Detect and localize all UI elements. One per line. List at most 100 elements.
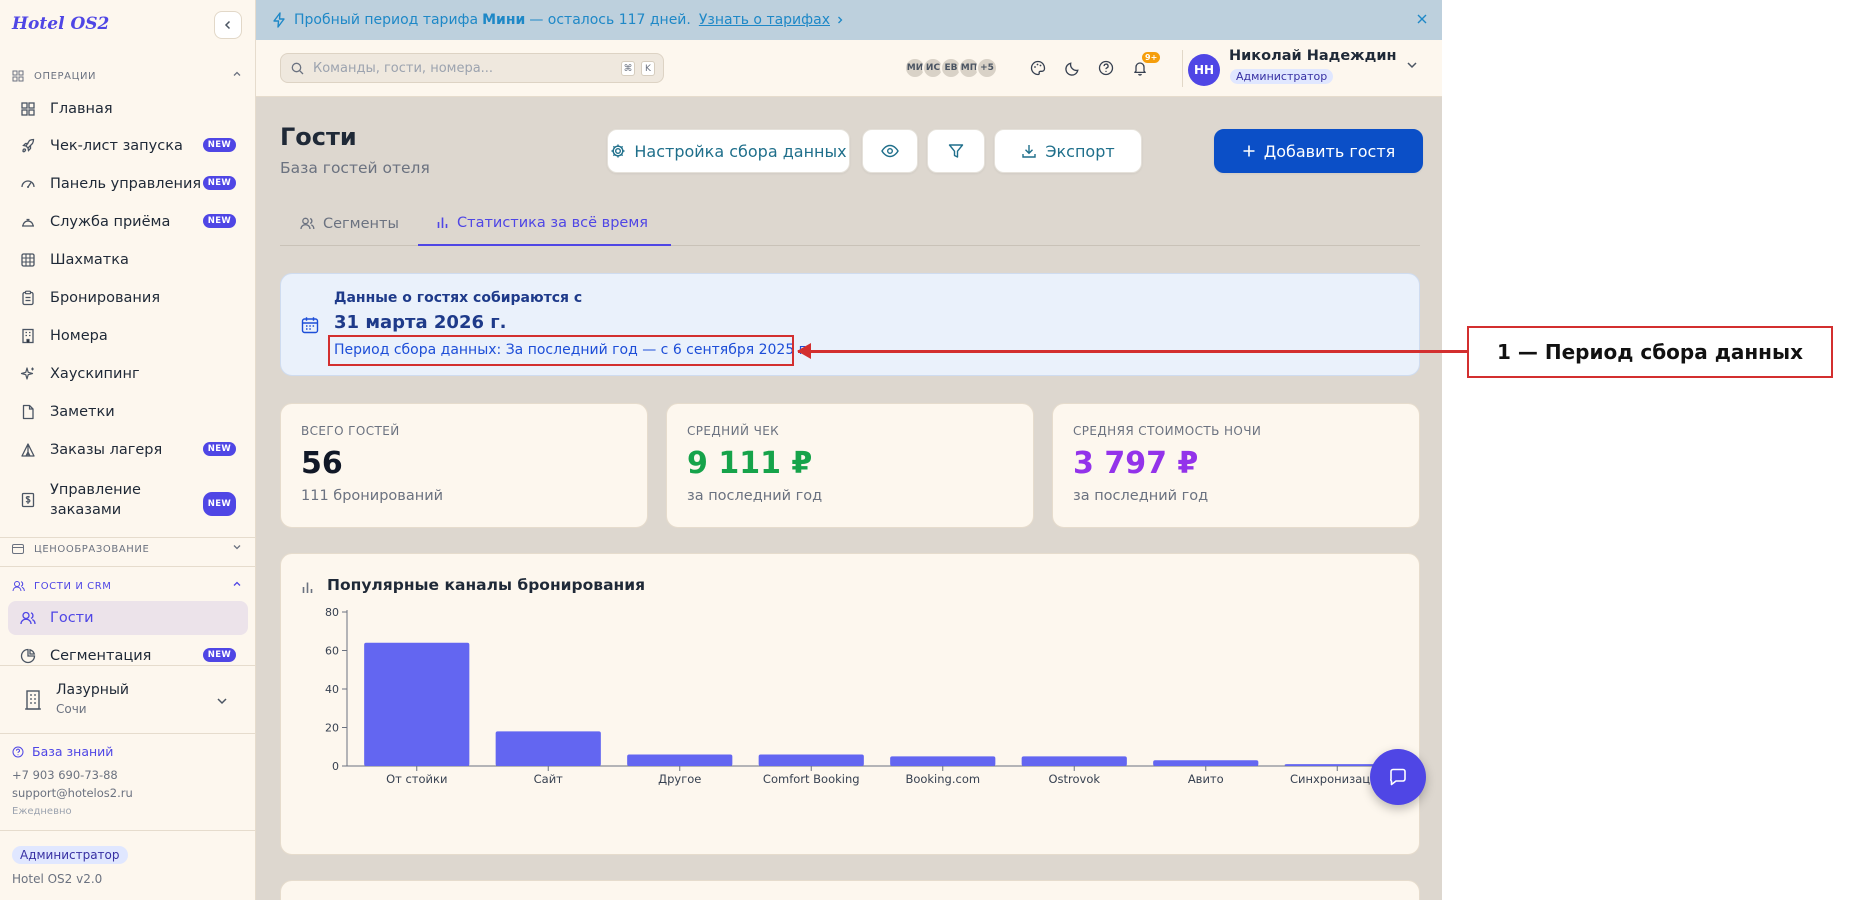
section-pricing[interactable]: ЦЕНООБРАЗОВАНИЕ xyxy=(12,541,244,557)
sidebar-item-7[interactable]: Номера xyxy=(8,319,248,353)
new-badge: NEW xyxy=(202,214,236,228)
hotel-switcher[interactable]: Лазурный Сочи xyxy=(12,680,244,722)
sidebar-item-1[interactable]: Главная xyxy=(8,92,248,126)
online-users[interactable]: МИ ИС ЕВ МП +5 xyxy=(904,57,998,79)
chevron-down-icon xyxy=(233,545,241,550)
sidebar-item-label: Управление заказами xyxy=(50,482,141,518)
export-button[interactable]: Экспорт xyxy=(994,129,1142,173)
main-content: Гости База гостей отеля Настройка сбора … xyxy=(256,97,1442,900)
section-label: ЦЕНООБРАЗОВАНИЕ xyxy=(34,543,150,555)
section-crm[interactable]: ГОСТИ И CRM xyxy=(12,578,244,594)
new-badge: NEW xyxy=(202,442,236,456)
divider xyxy=(0,665,256,666)
sidebar-item-6[interactable]: Бронирования xyxy=(8,281,248,315)
bar[interactable] xyxy=(364,642,470,766)
bar[interactable] xyxy=(758,754,864,766)
add-guest-button[interactable]: Добавить гостя xyxy=(1214,129,1423,173)
sidebar-item-segmentation[interactable]: Сегментация NEW xyxy=(8,639,248,673)
sidebar-item-8[interactable]: Хаускипинг xyxy=(8,357,248,391)
bell-desk-icon xyxy=(20,214,36,230)
banner-days-left: — осталось 117 дней. xyxy=(529,12,691,28)
user-name[interactable]: Николай Надеждин xyxy=(1229,48,1397,64)
stat-subtext: 111 бронирований xyxy=(301,488,444,504)
building-icon xyxy=(20,328,36,344)
stat-value: 3 797 ₽ xyxy=(1073,446,1199,481)
sidebar-item-4[interactable]: Служба приёма NEW xyxy=(8,205,248,239)
command-search[interactable]: Команды, гости, номера... ⌘ K xyxy=(280,53,664,83)
chevron-down-icon[interactable] xyxy=(1406,60,1418,70)
tab-segments[interactable]: Сегменты xyxy=(282,201,417,246)
sidebar-item-9[interactable]: Заметки xyxy=(8,395,248,429)
sidebar-item-label: Гости xyxy=(50,610,94,626)
card-icon xyxy=(12,542,26,556)
app-window: Hotel OS2 ОПЕРАЦИИ Главная Чек-лист запус… xyxy=(0,0,1442,900)
knowledge-base-link[interactable]: База знаний xyxy=(12,744,113,759)
note-icon xyxy=(20,404,36,420)
data-collection-info: Данные о гостях собираются с 31 марта 20… xyxy=(280,273,1420,376)
sidebar-item-11[interactable]: Управление заказами NEW xyxy=(8,478,248,522)
sidebar-item-guests[interactable]: Гости xyxy=(8,601,248,635)
sidebar-item-5[interactable]: Шахматка xyxy=(8,243,248,277)
app-version: Hotel OS2 v2.0 xyxy=(12,872,103,886)
x-tick-label: Comfort Booking xyxy=(763,772,860,786)
tabs: Сегменты Статистика за всё время xyxy=(280,201,1420,246)
y-tick-label: 0 xyxy=(332,760,339,773)
collection-start-label: Данные о гостях собираются с xyxy=(334,290,583,306)
sidebar-item-10[interactable]: Заказы лагеря NEW xyxy=(8,433,248,467)
theme-palette-button[interactable] xyxy=(1025,55,1051,81)
support-email[interactable]: support@hotelos2.ru xyxy=(12,786,133,800)
filter-button[interactable] xyxy=(927,129,985,173)
dark-mode-button[interactable] xyxy=(1059,55,1085,81)
bar[interactable] xyxy=(627,754,733,766)
clipboard-icon xyxy=(20,290,36,306)
users-icon xyxy=(20,610,36,626)
banner-plan: Мини xyxy=(482,12,526,28)
y-tick-label: 80 xyxy=(325,606,339,619)
user-avatar[interactable]: НН xyxy=(1188,54,1220,86)
banner-close-button[interactable] xyxy=(1416,10,1428,29)
tab-all-time-stats[interactable]: Статистика за всё время xyxy=(418,201,671,246)
bar[interactable] xyxy=(1153,760,1259,766)
x-tick-label: Авито xyxy=(1188,772,1224,786)
next-card xyxy=(280,880,1420,900)
divider xyxy=(0,566,256,567)
close-icon xyxy=(1417,14,1427,24)
sidebar-item-label: Шахматка xyxy=(50,252,129,268)
stat-value: 56 xyxy=(301,446,343,481)
help-button[interactable] xyxy=(1093,55,1119,81)
collection-start-date: 31 марта 2026 г. xyxy=(334,312,507,333)
chat-button[interactable] xyxy=(1370,749,1426,805)
table-icon xyxy=(20,252,36,268)
x-tick-label: От стойки xyxy=(386,772,447,786)
data-collection-settings-button[interactable]: Настройка сбора данных xyxy=(607,129,850,173)
button-label: Добавить гостя xyxy=(1263,141,1396,161)
sidebar-item-3[interactable]: Панель управления NEW xyxy=(8,167,248,201)
receipt-icon xyxy=(20,492,36,508)
bar[interactable] xyxy=(890,756,996,766)
tab-label: Сегменты xyxy=(323,215,399,232)
view-button[interactable] xyxy=(862,129,918,173)
sidebar-item-label: Главная xyxy=(50,101,113,117)
bar[interactable] xyxy=(1021,756,1127,766)
section-operations[interactable]: ОПЕРАЦИИ xyxy=(12,68,244,84)
chevron-left-icon xyxy=(224,20,231,30)
new-badge: NEW xyxy=(202,138,236,152)
plus-icon xyxy=(1242,144,1256,158)
support-phone[interactable]: +7 903 690-73-88 xyxy=(12,768,118,782)
sidebar-item-label: Номера xyxy=(50,328,108,344)
notifications-button[interactable]: 9+ xyxy=(1127,52,1161,81)
divider xyxy=(0,537,256,538)
bar[interactable] xyxy=(495,731,601,766)
annotation-highlight-box xyxy=(328,335,794,366)
divider xyxy=(1182,50,1183,87)
section-label: ГОСТИ И CRM xyxy=(34,580,112,592)
divider xyxy=(0,830,256,831)
app-logo[interactable]: Hotel OS2 xyxy=(12,14,109,34)
rocket-icon xyxy=(20,138,36,154)
tent-icon xyxy=(20,442,36,458)
new-badge: NEW xyxy=(202,648,236,662)
tariffs-link[interactable]: Узнать о тарифах xyxy=(699,12,830,28)
sidebar-collapse-button[interactable] xyxy=(214,11,242,39)
sidebar-item-2[interactable]: Чек-лист запуска NEW xyxy=(8,129,248,163)
section-label: ОПЕРАЦИИ xyxy=(34,70,97,82)
